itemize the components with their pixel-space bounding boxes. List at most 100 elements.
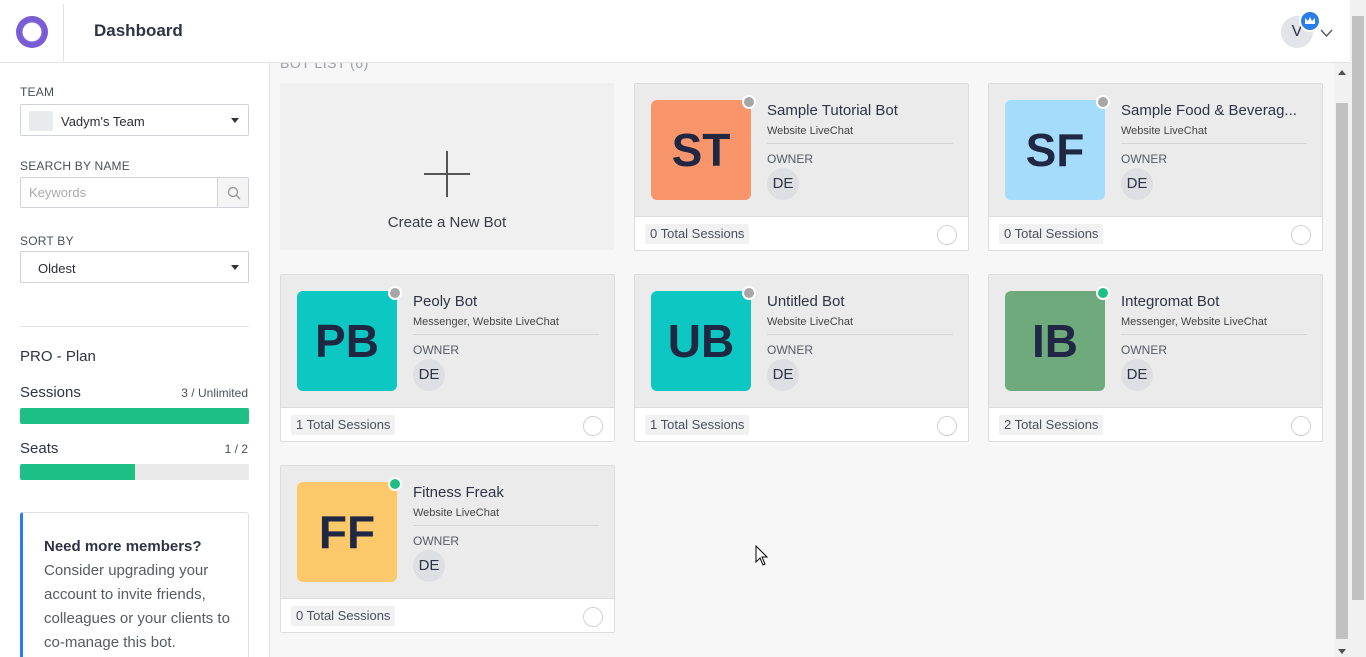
scrollbar-thumb[interactable] <box>1352 16 1364 600</box>
owner-avatar: DE <box>767 168 799 200</box>
bot-card-footer: 1 Total Sessions <box>635 407 968 441</box>
divider <box>20 326 249 327</box>
status-dot <box>1096 95 1110 109</box>
owner-label: OWNER <box>413 343 459 357</box>
sessions-badge: 2 Total Sessions <box>999 415 1104 435</box>
more-options-button[interactable] <box>937 416 957 436</box>
sort-select-value: Oldest <box>38 261 76 276</box>
top-bar: Dashboard V <box>0 0 1350 63</box>
divider <box>767 334 953 335</box>
bot-card[interactable]: FF Fitness Freak Website LiveChat OWNER … <box>280 465 615 633</box>
page-title: Dashboard <box>94 21 183 40</box>
status-dot <box>742 95 756 109</box>
owner-avatar: DE <box>413 359 445 391</box>
seats-meter <box>20 464 249 480</box>
seats-label: Seats <box>20 440 59 457</box>
sessions-label: Sessions <box>20 384 81 401</box>
owner-avatar: DE <box>1121 359 1153 391</box>
sessions-badge: 0 Total Sessions <box>645 224 750 244</box>
bot-name[interactable]: Sample Food & Beverag... <box>1121 102 1311 119</box>
bot-initials-tile: ST <box>651 100 751 200</box>
more-options-button[interactable] <box>1291 225 1311 245</box>
app-logo-icon[interactable] <box>16 16 48 48</box>
owner-label: OWNER <box>1121 152 1167 166</box>
create-bot-card[interactable]: Create a New Bot <box>280 83 614 250</box>
caret-down-icon <box>231 265 239 270</box>
bot-card-footer: 0 Total Sessions <box>281 598 614 632</box>
divider <box>767 143 953 144</box>
mouse-cursor-icon <box>755 545 769 566</box>
sessions-badge: 0 Total Sessions <box>291 606 396 626</box>
main-scrollbar[interactable] <box>1334 63 1350 657</box>
more-options-button[interactable] <box>583 607 603 627</box>
divider <box>413 334 599 335</box>
bot-channel: Website LiveChat <box>767 125 854 137</box>
sort-label: SORT BY <box>20 234 74 248</box>
bot-card[interactable]: SF Sample Food & Beverag... Website Live… <box>988 83 1323 251</box>
divider <box>1121 334 1307 335</box>
bot-card[interactable]: PB Peoly Bot Messenger, Website LiveChat… <box>280 274 615 442</box>
upgrade-promo: Need more members? Consider upgrading yo… <box>20 512 249 657</box>
bot-name[interactable]: Peoly Bot <box>413 293 603 310</box>
bot-card[interactable]: IB Integromat Bot Messenger, Website Liv… <box>988 274 1323 442</box>
sessions-badge: 1 Total Sessions <box>645 415 750 435</box>
sort-select[interactable]: Oldest <box>20 251 249 283</box>
owner-label: OWNER <box>413 534 459 548</box>
seats-count: 1 / 2 <box>224 442 248 456</box>
create-bot-label: Create a New Bot <box>387 214 507 231</box>
team-label: TEAM <box>20 85 55 99</box>
divider <box>63 4 64 62</box>
search-label: SEARCH BY NAME <box>20 159 130 173</box>
owner-avatar: DE <box>1121 168 1153 200</box>
bot-channel: Messenger, Website LiveChat <box>413 316 559 328</box>
owner-label: OWNER <box>767 343 813 357</box>
page-scrollbar[interactable] <box>1350 0 1366 657</box>
promo-text: Consider upgrading your account to invit… <box>44 562 230 651</box>
bot-card-footer: 0 Total Sessions <box>635 216 968 250</box>
sessions-meter <box>20 408 249 424</box>
bot-channel: Website LiveChat <box>413 507 500 519</box>
bot-channel: Website LiveChat <box>1121 125 1208 137</box>
bot-name[interactable]: Fitness Freak <box>413 484 603 501</box>
sessions-badge: 0 Total Sessions <box>999 224 1104 244</box>
bot-initials-tile: PB <box>297 291 397 391</box>
bot-card-footer: 1 Total Sessions <box>281 407 614 441</box>
owner-avatar: DE <box>413 550 445 582</box>
bot-initials-tile: SF <box>1005 100 1105 200</box>
seats-meter-fill <box>20 464 135 480</box>
scrollbar-thumb[interactable] <box>1336 103 1348 639</box>
bot-card-footer: 0 Total Sessions <box>989 216 1322 250</box>
status-dot <box>388 477 402 491</box>
bot-list-title: BOT LIST (6) <box>280 63 369 71</box>
more-options-button[interactable] <box>937 225 957 245</box>
scroll-down-icon[interactable] <box>1338 649 1346 654</box>
bot-card[interactable]: UB Untitled Bot Website LiveChat OWNER D… <box>634 274 969 442</box>
sidebar: TEAM Vadym's Team SEARCH BY NAME SORT BY… <box>0 63 270 657</box>
bot-card[interactable]: ST Sample Tutorial Bot Website LiveChat … <box>634 83 969 251</box>
team-select[interactable]: Vadym's Team <box>20 104 249 136</box>
bot-initials-tile: FF <box>297 482 397 582</box>
more-options-button[interactable] <box>1291 416 1311 436</box>
promo-title: Need more members? <box>44 538 202 555</box>
bot-channel: Messenger, Website LiveChat <box>1121 316 1267 328</box>
bot-channel: Website LiveChat <box>767 316 854 328</box>
scroll-up-icon[interactable] <box>1338 70 1346 75</box>
crown-icon <box>1299 10 1321 32</box>
owner-label: OWNER <box>1121 343 1167 357</box>
divider <box>413 525 599 526</box>
owner-avatar: DE <box>767 359 799 391</box>
divider <box>1121 143 1307 144</box>
caret-down-icon <box>231 118 239 123</box>
search-button[interactable] <box>217 177 249 208</box>
bot-name[interactable]: Integromat Bot <box>1121 293 1311 310</box>
bot-initials-tile: UB <box>651 291 751 391</box>
more-options-button[interactable] <box>583 416 603 436</box>
bot-list: BOT LIST (6) Create a New Bot ST Sample … <box>270 63 1334 657</box>
search-input[interactable] <box>20 177 218 208</box>
chevron-down-icon[interactable] <box>1320 25 1333 43</box>
status-dot <box>742 286 756 300</box>
bot-name[interactable]: Untitled Bot <box>767 293 957 310</box>
owner-label: OWNER <box>767 152 813 166</box>
bot-name[interactable]: Sample Tutorial Bot <box>767 102 957 119</box>
status-dot <box>388 286 402 300</box>
